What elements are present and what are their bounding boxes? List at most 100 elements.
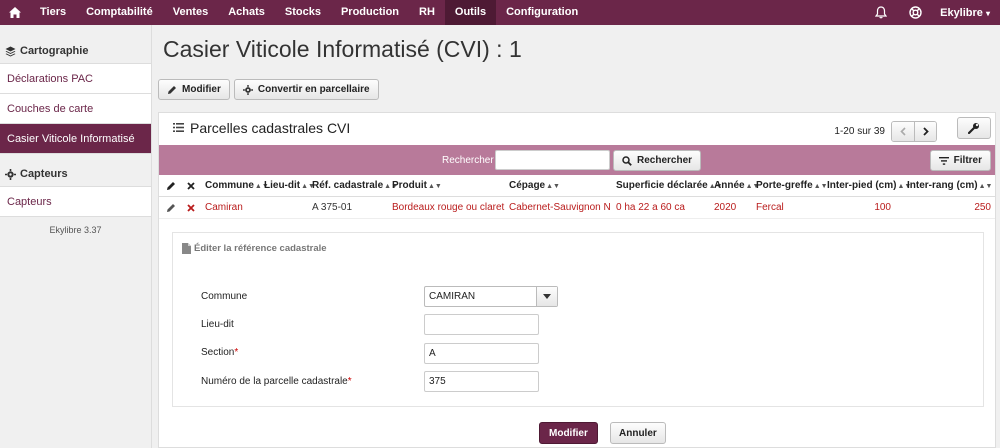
edit-column-icon bbox=[167, 182, 175, 190]
settings-button[interactable] bbox=[957, 117, 991, 139]
next-page-button[interactable] bbox=[914, 122, 936, 141]
pagination-count: 1-20 sur 39 bbox=[834, 126, 885, 137]
chevron-right-icon bbox=[922, 127, 929, 136]
nav-item-configuration[interactable]: Configuration bbox=[496, 0, 588, 25]
cell-cepage[interactable]: Cabernet-Sauvignon N bbox=[509, 202, 611, 213]
section-label: Section* bbox=[201, 347, 239, 358]
column-header-annee[interactable]: Année▲▼ bbox=[714, 180, 759, 191]
cell-inter-rang: 250 bbox=[974, 202, 991, 213]
cell-produit[interactable]: Bordeaux rouge ou claret bbox=[392, 202, 504, 213]
sidebar-item-couches-de-carte[interactable]: Couches de carte bbox=[0, 94, 151, 124]
nav-item-stocks[interactable]: Stocks bbox=[275, 0, 331, 25]
filter-button[interactable]: Filtrer bbox=[929, 150, 991, 171]
section-input[interactable] bbox=[424, 343, 539, 364]
submit-button[interactable]: Modifier bbox=[539, 422, 598, 444]
gear-icon bbox=[5, 168, 16, 180]
document-icon bbox=[182, 243, 191, 254]
sidebar-item-declarations-pac[interactable]: Déclarations PAC bbox=[0, 64, 151, 94]
sort-icon: ▲▼ bbox=[978, 183, 993, 190]
bell-icon[interactable] bbox=[864, 0, 898, 25]
nav-item-tiers[interactable]: Tiers bbox=[30, 0, 76, 25]
top-navbar: Tiers Comptabilité Ventes Achats Stocks … bbox=[0, 0, 1000, 25]
list-icon bbox=[173, 123, 184, 132]
edit-button[interactable]: Modifier bbox=[158, 79, 230, 100]
column-header-inter-rang[interactable]: Inter-rang (cm)▲▼ bbox=[907, 180, 992, 191]
search-input[interactable] bbox=[495, 150, 610, 170]
nav-item-ventes[interactable]: Ventes bbox=[163, 0, 218, 25]
sidebar-section-cartographie: Cartographie bbox=[0, 39, 151, 63]
convert-button-label: Convertir en parcellaire bbox=[257, 84, 370, 95]
nav-item-comptabilite[interactable]: Comptabilité bbox=[76, 0, 163, 25]
commune-label: Commune bbox=[201, 291, 248, 302]
search-button[interactable]: Rechercher bbox=[613, 150, 702, 171]
search-icon bbox=[622, 155, 632, 166]
column-header-cepage[interactable]: Cépage▲▼ bbox=[509, 180, 560, 191]
filter-button-label: Filtrer bbox=[953, 155, 982, 166]
cell-porte-greffe[interactable]: Fercal bbox=[756, 202, 784, 213]
form-legend: Éditer la référence cadastrale bbox=[182, 243, 327, 254]
wrench-icon bbox=[968, 123, 979, 134]
sidebar-section-capteurs: Capteurs bbox=[0, 162, 151, 186]
column-header-ref-cadastrale[interactable]: Réf. cadastrale▲▼ bbox=[312, 180, 398, 191]
search-label: Rechercher bbox=[442, 155, 494, 166]
panel-header: Parcelles cadastrales CVI 1-20 sur 39 bbox=[159, 113, 995, 143]
chevron-left-icon bbox=[900, 127, 906, 136]
page-title: Casier Viticole Informatisé (CVI) : 1 bbox=[163, 36, 522, 62]
cell-superficie: 0 ha 22 a 60 ca bbox=[616, 202, 685, 213]
sidebar: Cartographie Déclarations PAC Couches de… bbox=[0, 25, 152, 448]
chevron-down-icon: ▾ bbox=[985, 8, 990, 18]
home-icon[interactable] bbox=[0, 0, 30, 25]
column-header-porte-greffe[interactable]: Porte-greffe▲▼ bbox=[756, 180, 828, 191]
edit-cadastral-form: Éditer la référence cadastrale Commune C… bbox=[172, 232, 984, 407]
sidebar-section-title: Capteurs bbox=[20, 168, 68, 180]
search-button-label: Rechercher bbox=[637, 155, 693, 166]
column-header-inter-pied[interactable]: Inter-pied (cm)▲▼ bbox=[827, 180, 911, 191]
main-content: Casier Viticole Informatisé (CVI) : 1 Mo… bbox=[152, 25, 1000, 448]
cell-commune[interactable]: Camiran bbox=[205, 202, 243, 213]
commune-select-value: CAMIRAN bbox=[429, 291, 476, 302]
user-name: Ekylibre bbox=[940, 6, 983, 19]
delete-row-icon[interactable] bbox=[187, 204, 195, 212]
chevron-down-icon bbox=[536, 287, 557, 306]
table-header: Commune▲▼ Lieu-dit▲▼ Réf. cadastrale▲▼ P… bbox=[159, 175, 995, 197]
parcel-number-label: Numéro de la parcelle cadastrale* bbox=[201, 376, 352, 387]
sort-icon: ▲▼ bbox=[546, 183, 560, 190]
delete-column-icon bbox=[187, 182, 195, 190]
table-row: Camiran A 375-01 Bordeaux rouge ou clare… bbox=[159, 197, 995, 219]
column-header-commune[interactable]: Commune▲▼ bbox=[205, 180, 269, 191]
cell-inter-pied: 100 bbox=[874, 202, 891, 213]
convert-button[interactable]: Convertir en parcellaire bbox=[233, 79, 379, 100]
app-version: Ekylibre 3.37 bbox=[49, 225, 102, 235]
column-header-superficie[interactable]: Superficie déclarée▲▼ bbox=[616, 180, 723, 191]
sort-icon: ▲▼ bbox=[428, 183, 442, 190]
required-marker: * bbox=[347, 376, 352, 387]
cell-ref-cadastrale: A 375-01 bbox=[312, 202, 353, 213]
sidebar-item-capteurs[interactable]: Capteurs bbox=[0, 187, 151, 217]
lieu-dit-input[interactable] bbox=[424, 314, 539, 335]
form-actions: Modifier Annuler bbox=[159, 418, 995, 448]
nav-item-outils[interactable]: Outils bbox=[444, 0, 497, 25]
cancel-button[interactable]: Annuler bbox=[610, 422, 666, 444]
user-menu[interactable]: Ekylibre ▾ bbox=[932, 7, 1000, 19]
required-marker: * bbox=[234, 347, 239, 358]
nav-item-achats[interactable]: Achats bbox=[218, 0, 275, 25]
cell-annee: 2020 bbox=[714, 202, 737, 213]
nav-item-rh[interactable]: RH bbox=[409, 0, 445, 25]
commune-select[interactable]: CAMIRAN bbox=[424, 286, 558, 307]
pagination: 1-20 sur 39 bbox=[834, 121, 937, 142]
pencil-icon bbox=[168, 85, 176, 94]
column-header-lieu-dit[interactable]: Lieu-dit▲▼ bbox=[264, 180, 315, 191]
nav-item-production[interactable]: Production bbox=[331, 0, 409, 25]
previous-page-button[interactable] bbox=[892, 122, 914, 141]
parcels-panel: Parcelles cadastrales CVI 1-20 sur 39 Re… bbox=[158, 112, 996, 448]
sidebar-item-casier-viticole[interactable]: Casier Viticole Informatisé bbox=[0, 124, 151, 154]
column-header-produit[interactable]: Produit▲▼ bbox=[392, 180, 442, 191]
parcel-number-input[interactable] bbox=[424, 371, 539, 392]
page-toolbar: Modifier Convertir en parcellaire bbox=[158, 79, 379, 100]
form-legend-text: Éditer la référence cadastrale bbox=[194, 243, 327, 254]
lieu-dit-label: Lieu-dit bbox=[201, 319, 234, 330]
help-lifebuoy-icon[interactable] bbox=[898, 0, 932, 25]
edit-row-icon[interactable] bbox=[166, 203, 176, 213]
sidebar-section-title: Cartographie bbox=[20, 45, 89, 57]
panel-title: Parcelles cadastrales CVI bbox=[190, 120, 351, 136]
